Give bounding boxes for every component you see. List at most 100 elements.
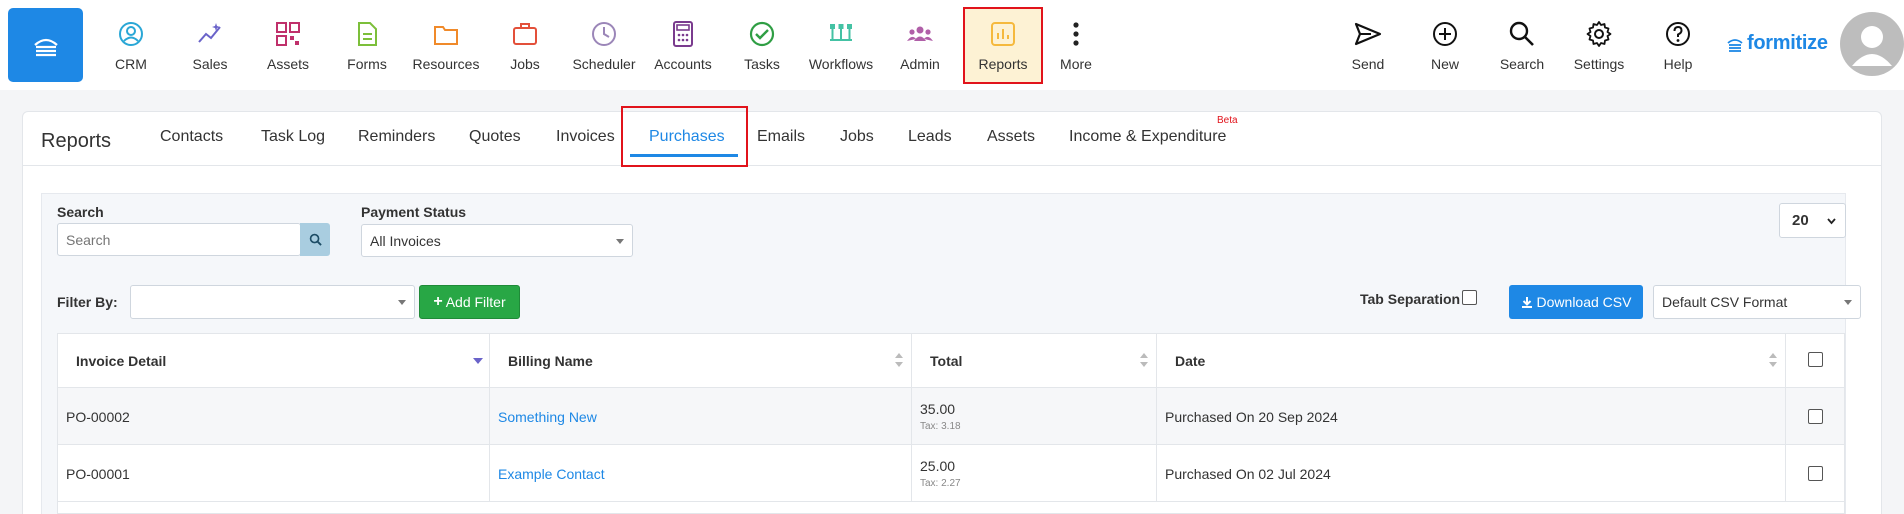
crm-icon: [119, 22, 143, 46]
column-header-date[interactable]: Date: [1157, 334, 1786, 387]
nav-label: Tasks: [744, 56, 780, 72]
tab-quotes[interactable]: Quotes: [469, 128, 521, 146]
tab-emails[interactable]: Emails: [757, 128, 805, 146]
payment-status-label: Payment Status: [361, 204, 467, 220]
billing-name-link[interactable]: Example Contact: [498, 466, 911, 482]
nav-label: New: [1430, 56, 1459, 72]
nav-label: More: [1060, 56, 1092, 72]
add-filter-label: Add Filter: [445, 294, 506, 310]
nav-label: Resources: [412, 56, 480, 72]
tab-jobs[interactable]: Jobs: [840, 128, 874, 146]
payment-status-select[interactable]: All Invoices: [361, 224, 633, 257]
tab-purchases[interactable]: Purchases: [649, 128, 725, 146]
tab-contacts[interactable]: Contacts: [160, 128, 223, 146]
nav-scheduler[interactable]: Scheduler: [565, 8, 643, 82]
nav-label: Help: [1663, 56, 1693, 72]
tab-income-expenditure[interactable]: Income & Expenditure: [1069, 128, 1226, 146]
search-submit-button[interactable]: [300, 223, 330, 256]
nav-label: Assets: [266, 56, 309, 72]
invoice-number: PO-00001: [66, 465, 130, 482]
row-checkbox[interactable]: [1808, 409, 1823, 424]
nav-label: Forms: [347, 56, 387, 72]
tab-task-log[interactable]: Task Log: [261, 128, 325, 146]
app-menu-button[interactable]: [8, 8, 83, 82]
nav-accounts[interactable]: Accounts: [644, 8, 722, 82]
nav-settings[interactable]: Settings: [1560, 8, 1638, 82]
nav-label: Sales: [192, 56, 228, 72]
send-icon: [1354, 22, 1382, 46]
row-checkbox[interactable]: [1808, 466, 1823, 481]
search-icon: [1509, 21, 1534, 46]
nav-label: Search: [1499, 56, 1545, 72]
nav-send[interactable]: Send: [1329, 8, 1407, 82]
nav-label: Settings: [1573, 56, 1625, 72]
app-logo-icon: [33, 38, 58, 57]
nav-sales[interactable]: Sales: [171, 8, 249, 82]
tab-invoices[interactable]: Invoices: [556, 128, 615, 146]
nav-resources[interactable]: Resources: [407, 8, 485, 82]
csv-format-value: Default CSV Format: [1662, 294, 1788, 310]
column-header-billing-name[interactable]: Billing Name: [490, 334, 912, 387]
nav-reports[interactable]: Reports: [964, 8, 1042, 82]
billing-name-link[interactable]: Something New: [498, 409, 911, 425]
purchase-date: Purchased On 20 Sep 2024: [1165, 408, 1338, 425]
tax-amount: Tax: 3.18: [920, 421, 961, 432]
column-header-label: Date: [1175, 352, 1206, 369]
nav-search[interactable]: Search: [1483, 8, 1561, 82]
tax-amount: Tax: 2.27: [920, 478, 961, 489]
nav-jobs[interactable]: Jobs: [486, 8, 564, 82]
search-icon: [309, 233, 322, 246]
payment-status-value: All Invoices: [370, 232, 441, 249]
add-filter-button[interactable]: + Add Filter: [419, 285, 520, 319]
nav-more[interactable]: More: [1037, 8, 1115, 82]
nav-assets[interactable]: Assets: [249, 8, 327, 82]
table-row: [58, 501, 1844, 514]
nav-label: Admin: [900, 56, 940, 72]
csv-format-select[interactable]: Default CSV Format: [1653, 285, 1861, 319]
chevron-down-icon: [616, 238, 624, 244]
nav-admin[interactable]: Admin: [881, 8, 959, 82]
nav-new[interactable]: New: [1406, 8, 1484, 82]
billing-name-cell: Something New: [490, 388, 912, 445]
active-tab-indicator: [630, 154, 738, 157]
avatar[interactable]: [1840, 12, 1904, 76]
total-amount: 25.00: [920, 458, 956, 474]
search-label: Search: [57, 204, 104, 220]
nav-label: Scheduler: [572, 56, 636, 72]
admin-icon: [907, 26, 933, 41]
download-csv-button[interactable]: Download CSV: [1509, 285, 1643, 319]
table-row[interactable]: PO-00001 Example Contact 25.00 Tax: 2.27…: [58, 444, 1844, 502]
beta-badge: Beta: [1217, 115, 1238, 126]
purchase-date: Purchased On 02 Jul 2024: [1165, 465, 1331, 482]
sort-icon: [1769, 353, 1777, 367]
invoice-detail-cell: PO-00002: [58, 388, 490, 445]
user-avatar-icon: [1852, 26, 1892, 66]
new-icon: [1433, 22, 1457, 46]
select-all-checkbox[interactable]: [1808, 352, 1823, 367]
nav-label: CRM: [115, 56, 147, 72]
page-size-select[interactable]: 20: [1779, 203, 1846, 238]
accounts-icon: [673, 21, 693, 47]
top-navigation: CRM Sales Assets Forms Resources Jobs Sc…: [0, 0, 1904, 90]
brand-logo[interactable]: formitize: [1727, 32, 1828, 55]
forms-icon: [358, 22, 377, 46]
tab-reminders[interactable]: Reminders: [358, 128, 435, 146]
tab-assets[interactable]: Assets: [987, 128, 1035, 146]
nav-help[interactable]: Help: [1639, 8, 1717, 82]
nav-crm[interactable]: CRM: [92, 8, 170, 82]
filter-by-select[interactable]: [130, 285, 415, 319]
table-row[interactable]: PO-00002 Something New 35.00 Tax: 3.18 P…: [58, 387, 1844, 445]
column-header-total[interactable]: Total: [912, 334, 1157, 387]
nav-workflows[interactable]: Workflows: [802, 8, 880, 82]
nav-forms[interactable]: Forms: [328, 8, 406, 82]
column-header-invoice-detail[interactable]: Invoice Detail: [58, 334, 490, 387]
invoice-detail-cell: PO-00001: [58, 445, 490, 502]
tab-leads[interactable]: Leads: [908, 128, 952, 146]
nav-label: Jobs: [510, 56, 540, 72]
nav-tasks[interactable]: Tasks: [723, 8, 801, 82]
page-size-value: 20: [1792, 212, 1809, 229]
sort-icon: [895, 353, 903, 367]
tab-separation-checkbox[interactable]: [1462, 290, 1477, 305]
search-input[interactable]: [57, 223, 301, 256]
settings-icon: [1586, 21, 1612, 47]
